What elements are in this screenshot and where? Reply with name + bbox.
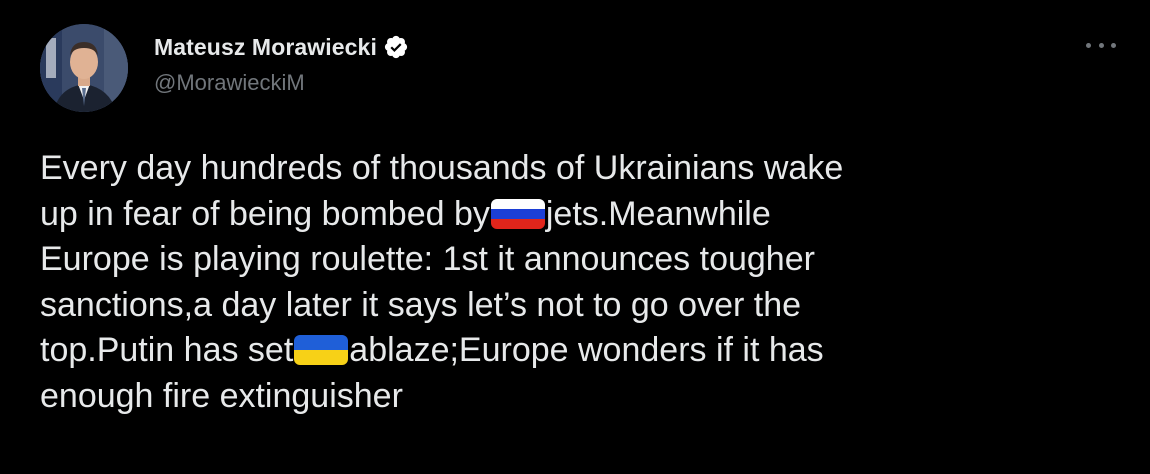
tweet-line: Every day hundreds of thousands of Ukrai…	[40, 149, 844, 187]
ukraine-flag-icon	[294, 335, 349, 365]
more-dot	[1086, 42, 1091, 48]
tweet-text: Every day hundreds of thousands of Ukrai…	[40, 146, 1120, 419]
verified-badge-icon[interactable]	[383, 34, 409, 60]
tweet-line: top.Putin has set ablaze;Europe wonders i…	[40, 328, 1120, 374]
more-dot	[1098, 42, 1104, 48]
tweet-text-segment: up in fear of being bombed by	[40, 194, 490, 233]
tweet-card: Mateusz Morawiecki @MorawieckiM Every da…	[0, 0, 1150, 474]
tweet-line: enough fire extinguisher	[40, 376, 403, 415]
author-handle[interactable]: @MorawieckiM	[154, 70, 305, 96]
author-avatar[interactable]	[40, 24, 128, 112]
more-options-icon[interactable]	[1086, 38, 1116, 52]
author-display-name[interactable]: Mateusz Morawiecki	[154, 34, 377, 61]
russia-flag-icon	[490, 198, 545, 229]
more-dot	[1111, 42, 1116, 48]
author-name-row: Mateusz Morawiecki	[154, 30, 409, 64]
tweet-line: sanctions,a day later it says let’s not …	[40, 285, 802, 324]
tweet-line: Europe is playing roulette: 1st it annou…	[40, 240, 815, 278]
tweet-line: up in fear of being bombed by jets.Meanwh…	[40, 192, 1120, 238]
tweet-text-segment: top.Putin has set	[40, 331, 294, 369]
avatar-photo	[40, 24, 128, 112]
tweet-text-segment: ablaze;Europe wonders if it has	[349, 331, 824, 369]
tweet-text-segment: jets.Meanwhile	[545, 194, 771, 233]
